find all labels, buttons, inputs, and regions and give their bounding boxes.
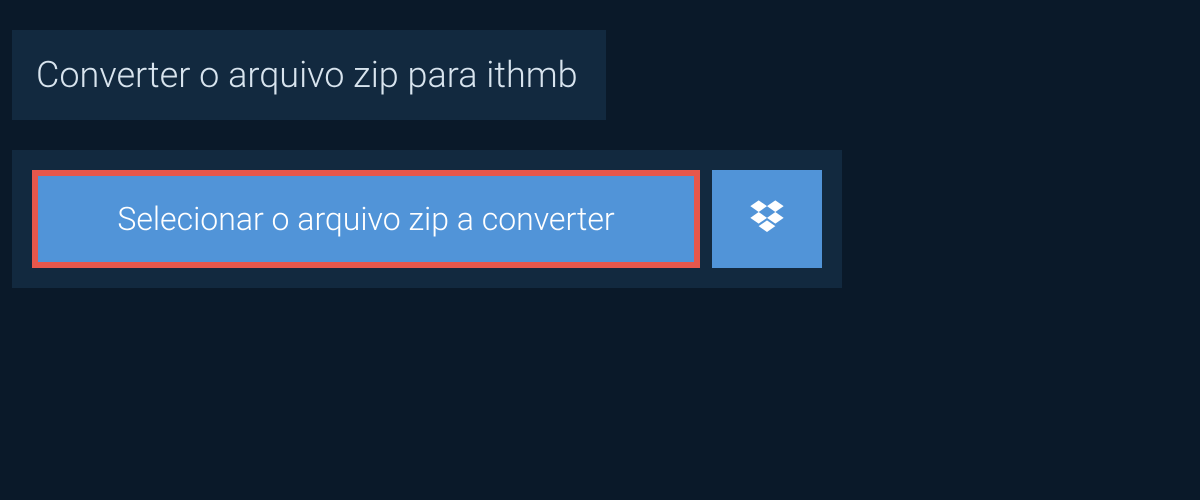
page-title: Converter o arquivo zip para ithmb xyxy=(12,30,606,120)
title-text: Converter o arquivo zip para ithmb xyxy=(36,54,578,96)
select-button-label: Selecionar o arquivo zip a converter xyxy=(117,200,614,238)
upload-panel: Selecionar o arquivo zip a converter xyxy=(12,150,842,288)
dropbox-icon xyxy=(747,197,787,241)
dropbox-button[interactable] xyxy=(712,170,822,268)
select-file-button[interactable]: Selecionar o arquivo zip a converter xyxy=(32,170,700,268)
